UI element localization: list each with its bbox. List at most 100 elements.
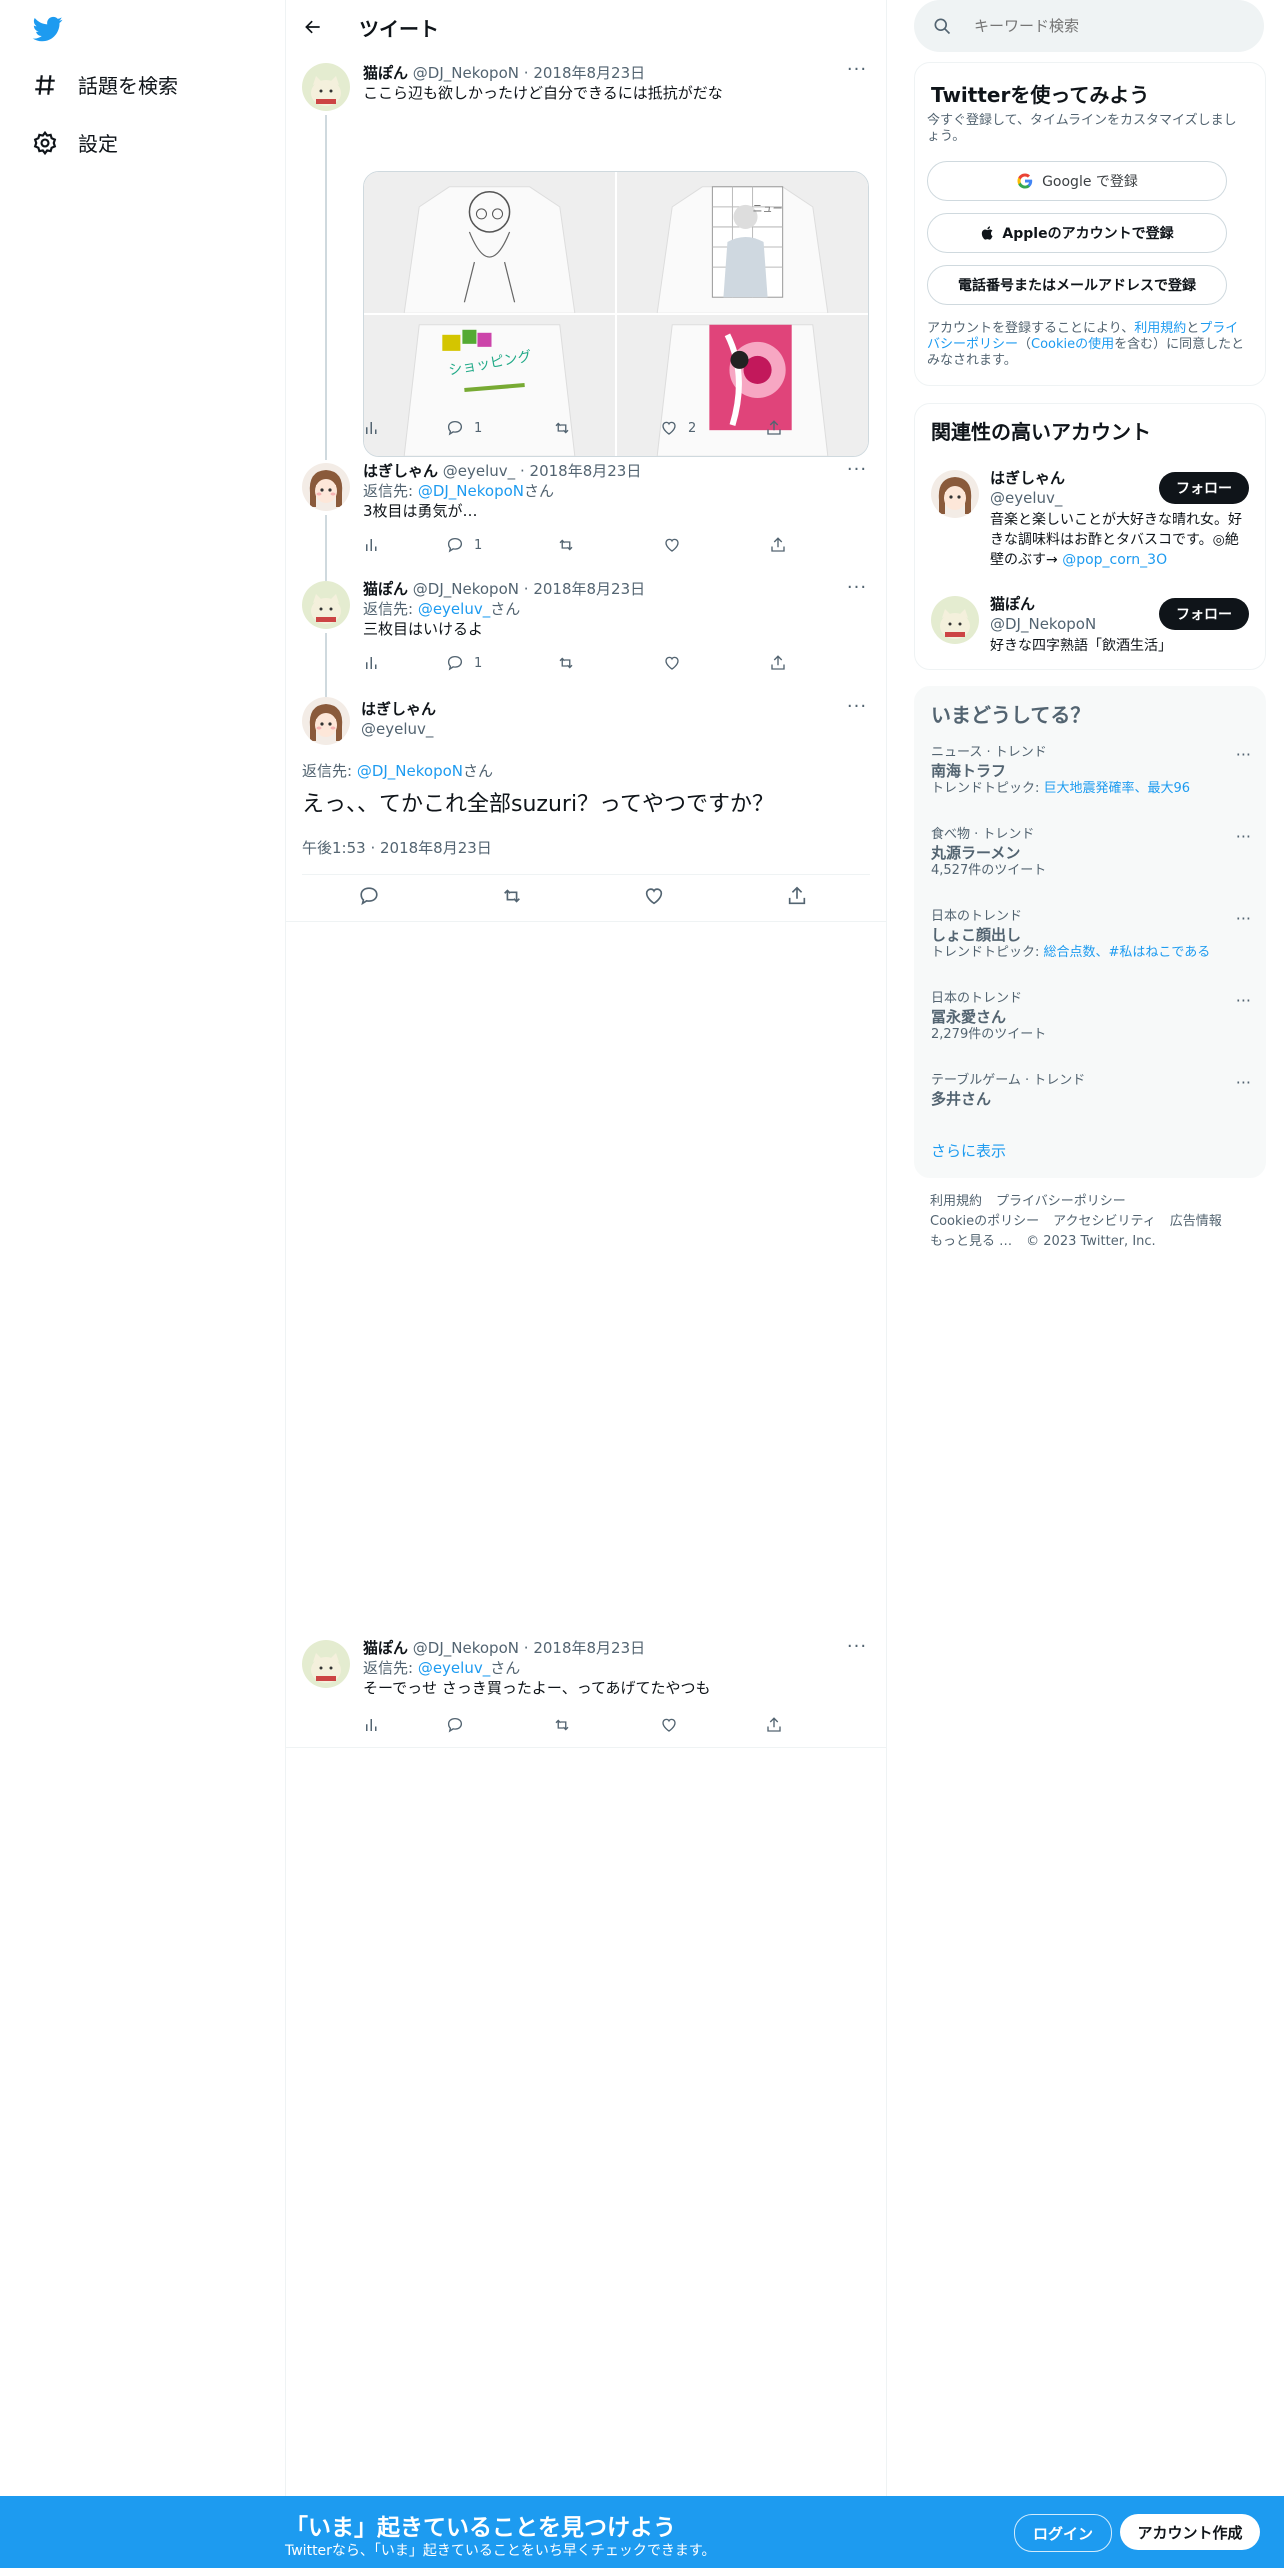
bottom-signup-bar: 「いま」起きていることを見つけよう Twitterなら、「いま」起きていることを…: [0, 2496, 1284, 2568]
tweet-author-name[interactable]: はぎしゃん: [361, 699, 436, 719]
share-icon: [788, 886, 806, 905]
trend-item[interactable]: 食べ物 · トレンド 丸源ラーメン 4,527件のツイート ···: [931, 827, 1251, 879]
share-icon: [767, 1717, 781, 1732]
terms-link[interactable]: 利用規約: [1134, 321, 1186, 336]
footer-links: 利用規約 プライバシーポリシー Cookieのポリシー アクセシビリティ 広告情報 も…: [930, 1192, 1270, 1252]
hashtag-icon: [35, 74, 55, 95]
more-options-icon[interactable]: ···: [1236, 909, 1251, 928]
avatar[interactable]: [931, 596, 979, 644]
phone-email-signup-label: 電話番号またはメールアドレスで登録: [958, 278, 1196, 294]
trend-sub-prefix: トレンドトピック:: [931, 781, 1044, 796]
reply-to-prefix: 返信先:: [363, 1659, 418, 1677]
more-options-icon[interactable]: ···: [1236, 991, 1251, 1010]
google-signup-button[interactable]: Google で登録: [927, 161, 1227, 201]
footer-accessibility-link[interactable]: アクセシビリティ: [1053, 1214, 1156, 1229]
reply-to-link[interactable]: @DJ_NekopoN: [357, 762, 463, 780]
tweet-text: えっ、、てかこれ全部suzuri？ってやつですか？: [302, 792, 774, 817]
apple-signup-button[interactable]: Appleのアカウントで登録: [927, 213, 1227, 253]
apple-icon: [982, 226, 993, 240]
more-options-icon[interactable]: ···: [846, 1638, 868, 1662]
retweet-button[interactable]: [553, 1716, 581, 1734]
retweet-icon: [555, 1719, 569, 1731]
account-handle[interactable]: @DJ_NekopoN: [990, 614, 1096, 634]
follow-button[interactable]: フォロー: [1159, 472, 1249, 504]
reply-to-link[interactable]: @eyeluv_: [418, 1659, 490, 1677]
footer-ads-link[interactable]: 広告情報: [1170, 1214, 1222, 1229]
trend-item[interactable]: ニュース · トレンド 南海トラフ トレンドトピック: 巨大地震発確率、最大96…: [931, 745, 1251, 797]
avatar[interactable]: [931, 470, 979, 518]
more-options-icon[interactable]: ···: [1236, 1073, 1251, 1092]
trend-topic-link[interactable]: 総合点数、#私はねこである: [1044, 945, 1211, 960]
share-button[interactable]: [786, 885, 818, 907]
cookie-open: （: [1018, 337, 1032, 352]
account-card[interactable]: はぎしゃん @eyeluv_ フォロー 音楽と楽しいことが大好きな晴れ女。好きな…: [915, 464, 1265, 574]
reply-to: 返信先: @eyeluv_さん: [363, 1658, 868, 1678]
phone-email-signup-button[interactable]: 電話番号またはメールアドレスで登録: [927, 265, 1227, 305]
trend-item[interactable]: 日本のトレンド 冨永愛さん 2,279件のツイート ···: [931, 991, 1251, 1043]
follow-button[interactable]: フォロー: [1159, 598, 1249, 630]
footer-cookie-link[interactable]: Cookieのポリシー: [930, 1214, 1039, 1229]
search-box: [914, 0, 1264, 52]
gear-icon: [33, 130, 57, 155]
trend-item[interactable]: 日本のトレンド しょこ顔出し トレンドトピック: 総合点数、#私はねこである ·…: [931, 909, 1251, 961]
account-name[interactable]: 猫ぽん: [990, 594, 1096, 614]
reply-tweet[interactable]: 猫ぽん @DJ_NekopoN · 2018年8月23日 返信先: @eyelu…: [286, 1630, 886, 1748]
show-more-link[interactable]: さらに表示: [931, 1140, 1006, 1161]
bio-link[interactable]: @pop_corn_3O: [1062, 552, 1167, 568]
google-signup-label: Google で登録: [1042, 174, 1138, 190]
bottom-bar-subtext: Twitterなら、「いま」起きていることをいち早くチェックできます。: [285, 2543, 716, 2559]
nav-explore[interactable]: 話題を検索: [32, 70, 178, 99]
reply-button[interactable]: [446, 1716, 474, 1734]
related-title: 関連性の高いアカウント: [931, 420, 1151, 444]
tweet-author-name[interactable]: 猫ぽん: [363, 1639, 408, 1657]
search-input[interactable]: [972, 16, 1236, 36]
trend-title: しょこ顔出し: [931, 926, 1022, 944]
share-button[interactable]: [765, 1716, 793, 1734]
trend-sub: トレンドトピック: 総合点数、#私はねこである: [931, 945, 1251, 961]
terms-prefix: アカウントを登録することにより、: [927, 321, 1135, 336]
trend-title: 丸源ラーメン: [931, 844, 1021, 862]
avatar[interactable]: [302, 1640, 350, 1688]
account-handle[interactable]: @eyeluv_: [990, 488, 1065, 508]
tweet-text: そーでっせ さっき買ったよー、ってあげてたやつも: [363, 1679, 711, 1697]
tweet-header: 猫ぽん @DJ_NekopoN · 2018年8月23日: [363, 1638, 868, 1658]
tweet-actions: [363, 1715, 803, 1735]
heart-icon: [662, 1718, 676, 1732]
account-card[interactable]: 猫ぽん @DJ_NekopoN フォロー 好きな四字熟語「飲酒生活」: [915, 590, 1265, 660]
reply-button[interactable]: [358, 885, 390, 907]
more-options-icon[interactable]: ···: [1236, 827, 1251, 846]
account-name[interactable]: はぎしゃん: [990, 468, 1065, 488]
tweet-timestamp[interactable]: 午後1:53 · 2018年8月23日: [302, 837, 492, 858]
twitter-logo-icon[interactable]: [32, 14, 64, 44]
reply-to-suffix: さん: [463, 762, 494, 780]
like-button[interactable]: [643, 885, 675, 907]
trend-topic-link[interactable]: 巨大地震発確率、最大96: [1044, 781, 1191, 796]
avatar[interactable]: [302, 697, 350, 745]
cookie-link[interactable]: Cookieの使用: [1031, 337, 1114, 352]
apple-signup-label: Appleのアカウントで登録: [1002, 226, 1174, 242]
more-options-icon[interactable]: ···: [1236, 745, 1251, 764]
analytics-button[interactable]: [363, 1716, 391, 1734]
tweet-author-handle[interactable]: @DJ_NekopoN: [413, 1639, 519, 1657]
footer-terms-link[interactable]: 利用規約: [930, 1194, 982, 1209]
account-bio: 好きな四字熟語「飲酒生活」: [990, 638, 1172, 654]
tweet-author-handle[interactable]: @eyeluv_: [361, 719, 436, 739]
trend-sub-prefix: トレンドトピック:: [931, 945, 1044, 960]
login-button[interactable]: ログイン: [1014, 2514, 1112, 2552]
nav-settings-label: 設定: [78, 132, 118, 156]
footer-privacy-link[interactable]: プライバシーポリシー: [996, 1194, 1126, 1209]
trends-title: いまどうしてる？: [931, 703, 1091, 727]
retweet-button[interactable]: [501, 885, 533, 907]
footer-more-link[interactable]: もっと見る …: [930, 1234, 1012, 1249]
trend-item[interactable]: テーブルゲーム · トレンド 多井さん ···: [931, 1073, 1251, 1109]
signup-subtitle: 今すぐ登録して、タイムラインをカスタマイズしましょう。: [927, 113, 1237, 144]
trend-meta: 食べ物 · トレンド: [931, 827, 1035, 842]
create-account-button[interactable]: アカウント作成: [1120, 2514, 1260, 2550]
tweet-date[interactable]: 2018年8月23日: [533, 1639, 645, 1657]
trend-title: 南海トラフ: [931, 762, 1007, 780]
nav-settings[interactable]: 設定: [32, 128, 118, 157]
bottom-bar-headline: 「いま」起きていることを見つけよう: [285, 2515, 676, 2541]
more-options-icon[interactable]: ···: [846, 698, 868, 722]
signup-title: Twitterを使ってみよう: [931, 83, 1150, 107]
like-button[interactable]: [660, 1716, 688, 1734]
